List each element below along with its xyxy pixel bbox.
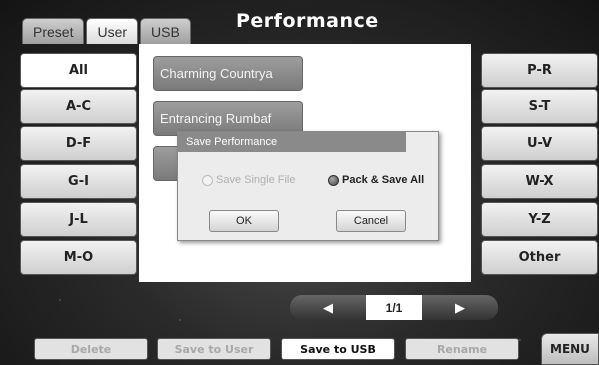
save-to-usb-button[interactable]: Save to USB [281,338,395,360]
category-d-f-button[interactable]: D-F [20,126,137,161]
next-page-button[interactable]: ▶ [422,295,498,320]
save-performance-dialog: Save Performance Save Single File Pack &… [177,131,439,241]
tab-preset[interactable]: Preset [22,18,85,44]
category-u-v-button[interactable]: U-V [481,126,598,161]
category-all-button[interactable]: All [20,53,137,88]
save-single-file-label: Save Single File [216,174,296,186]
pack-save-all-radio[interactable]: Pack & Save All [328,174,424,186]
ok-button[interactable]: OK [209,210,279,232]
radio-checked-icon [328,174,339,186]
page-title: Performance [236,10,379,32]
preset-item-charming-country[interactable]: Charming Countrya [153,56,303,91]
page-indicator: 1/1 [366,295,422,320]
pager: ◀ 1/1 ▶ [290,295,498,320]
category-y-z-button[interactable]: Y-Z [481,202,598,237]
delete-button[interactable]: Delete [34,338,148,360]
rename-button[interactable]: Rename [405,338,519,360]
category-p-r-button[interactable]: P-R [481,53,598,88]
dialog-title: Save Performance [178,132,406,152]
category-a-c-button[interactable]: A-C [20,89,137,124]
category-s-t-button[interactable]: S-T [481,89,598,124]
tab-usb[interactable]: USB [140,18,191,44]
prev-page-button[interactable]: ◀ [290,295,366,320]
left-arrow-icon: ◀ [323,299,333,315]
category-m-o-button[interactable]: M-O [20,240,137,275]
save-to-user-button[interactable]: Save to User [157,338,271,360]
pack-save-all-label: Pack & Save All [342,174,425,186]
right-arrow-icon: ▶ [455,299,465,315]
category-other-button[interactable]: Other [481,240,598,275]
cancel-button[interactable]: Cancel [336,210,406,232]
category-j-l-button[interactable]: J-L [20,202,137,237]
tab-user[interactable]: User [86,18,139,44]
save-single-file-radio[interactable]: Save Single File [202,174,296,186]
menu-button[interactable]: MENU [541,333,599,365]
category-w-x-button[interactable]: W-X [481,164,598,199]
category-g-i-button[interactable]: G-I [20,164,137,199]
radio-unchecked-icon [202,174,213,186]
